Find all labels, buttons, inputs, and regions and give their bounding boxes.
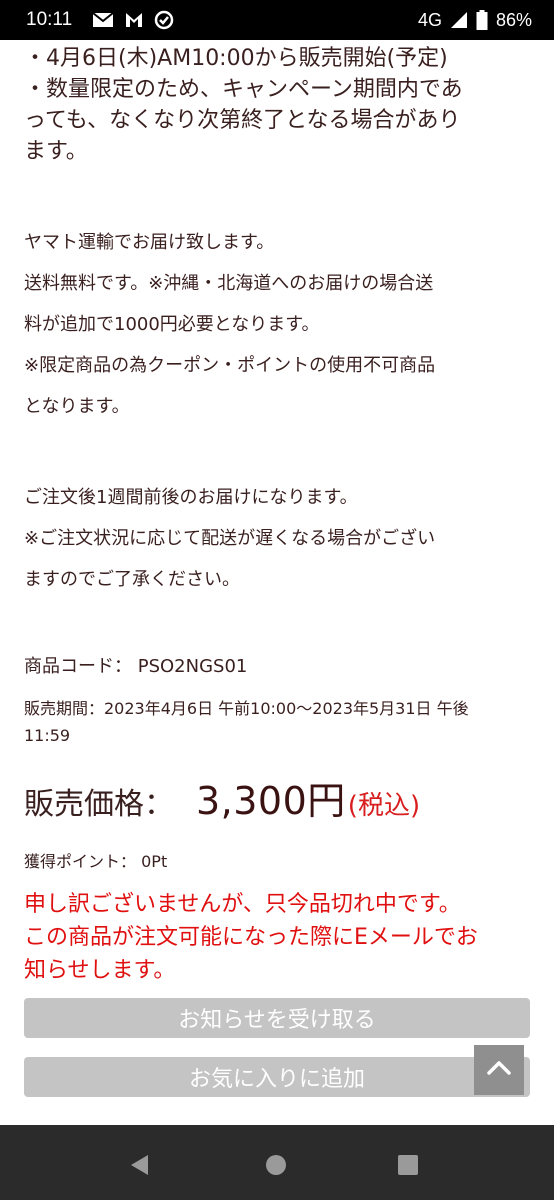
shipping-line: ヤマト運輸でお届け致します。 — [24, 232, 275, 253]
system-icons: 4G 86% — [418, 10, 532, 31]
scroll-to-top-button[interactable] — [474, 1045, 524, 1095]
points-label: 獲得ポイント： — [24, 852, 137, 871]
back-triangle-icon — [128, 1153, 152, 1181]
delivery-line: ※ご注文状況に応じて配送が遅くなる場合がござい — [24, 528, 436, 549]
notice-line: ・数量限定のため、キャンペーン期間内であ — [24, 77, 463, 102]
product-detail: ・4月6日(木)AM10:00から販売開始(予定) ・数量限定のため、キャンペー… — [0, 40, 554, 1125]
network-type: 4G — [417, 9, 442, 30]
sale-period: 販売期間：2023年4月6日 午前10:00～2023年5月31日 午後 11:… — [24, 695, 534, 749]
mail-icon — [92, 12, 114, 28]
notice-line: ・4月6日(木)AM10:00から販売開始(予定) — [24, 46, 448, 71]
notice-line: っても、なくなり次第終了となる場合があり — [24, 108, 461, 133]
signal-icon — [450, 11, 468, 29]
soldout-message: 申し訳ございませんが、只今品切れ中です。 この商品が注文可能になった際にEメール… — [24, 888, 539, 987]
battery-icon — [476, 10, 488, 30]
shipping-info: ヤマト運輸でお届け致します。 送料無料です。※沖縄・北海道へのお届けの場合送 料… — [24, 222, 534, 427]
product-code-label: 商品コード： — [24, 656, 132, 677]
home-circle-icon — [265, 1154, 287, 1180]
notification-icons — [92, 10, 174, 30]
notify-me-button[interactable]: お知らせを受け取る — [24, 998, 530, 1038]
delivery-info: ご注文後1週間前後のお届けになります。 ※ご注文状況に応じて配送が遅くなる場合が… — [24, 477, 534, 600]
recents-square-icon — [397, 1154, 419, 1180]
status-time: 10:11 — [26, 9, 73, 30]
shipping-line: 送料無料です。※沖縄・北海道へのお届けの場合送 — [24, 273, 434, 294]
sale-notices: ・4月6日(木)AM10:00から販売開始(予定) ・数量限定のため、キャンペー… — [24, 43, 534, 167]
shipping-line: ※限定商品の為クーポン・ポイントの使用不可商品 — [24, 355, 436, 376]
soldout-line: この商品が注文可能になった際にEメールでお — [24, 925, 478, 950]
product-code-value: PSO2NGS01 — [137, 656, 248, 677]
soldout-line: 申し訳ございませんが、只今品切れ中です。 — [24, 892, 461, 917]
check-circle-icon — [154, 10, 174, 30]
gmail-icon — [124, 10, 144, 30]
points-value: 0Pt — [141, 852, 168, 871]
nav-recents-button[interactable] — [388, 1147, 428, 1187]
price-label: 販売価格： — [24, 787, 174, 822]
notice-line: ます。 — [24, 139, 88, 164]
battery-percent: 86% — [495, 9, 532, 30]
price-row: 販売価格： 3,300円 (税込) — [24, 770, 420, 825]
earned-points: 獲得ポイント： 0Pt — [24, 848, 167, 872]
shipping-line: となります。 — [24, 396, 130, 417]
nav-home-button[interactable] — [256, 1147, 296, 1187]
price-value: 3,300円 — [196, 779, 346, 823]
chevron-up-icon — [486, 1060, 512, 1080]
delivery-line: ご注文後1週間前後のお届けになります。 — [24, 487, 358, 508]
soldout-line: 知らせします。 — [24, 958, 176, 983]
delivery-line: ますのでご了承ください。 — [24, 569, 240, 590]
status-bar: 10:11 4G 86% — [0, 0, 554, 40]
nav-back-button[interactable] — [120, 1147, 160, 1187]
sale-period-line: 販売期間：2023年4月6日 午前10:00～2023年5月31日 午後 — [24, 699, 469, 718]
add-to-favorites-button[interactable]: お気に入りに追加 — [24, 1057, 530, 1097]
sale-period-line: 11:59 — [24, 726, 71, 745]
navigation-bar — [0, 1125, 554, 1200]
shipping-line: 料が追加で1000円必要となります。 — [24, 314, 320, 335]
product-code: 商品コード： PSO2NGS01 — [24, 652, 534, 678]
price-tax: (税込) — [347, 791, 421, 821]
